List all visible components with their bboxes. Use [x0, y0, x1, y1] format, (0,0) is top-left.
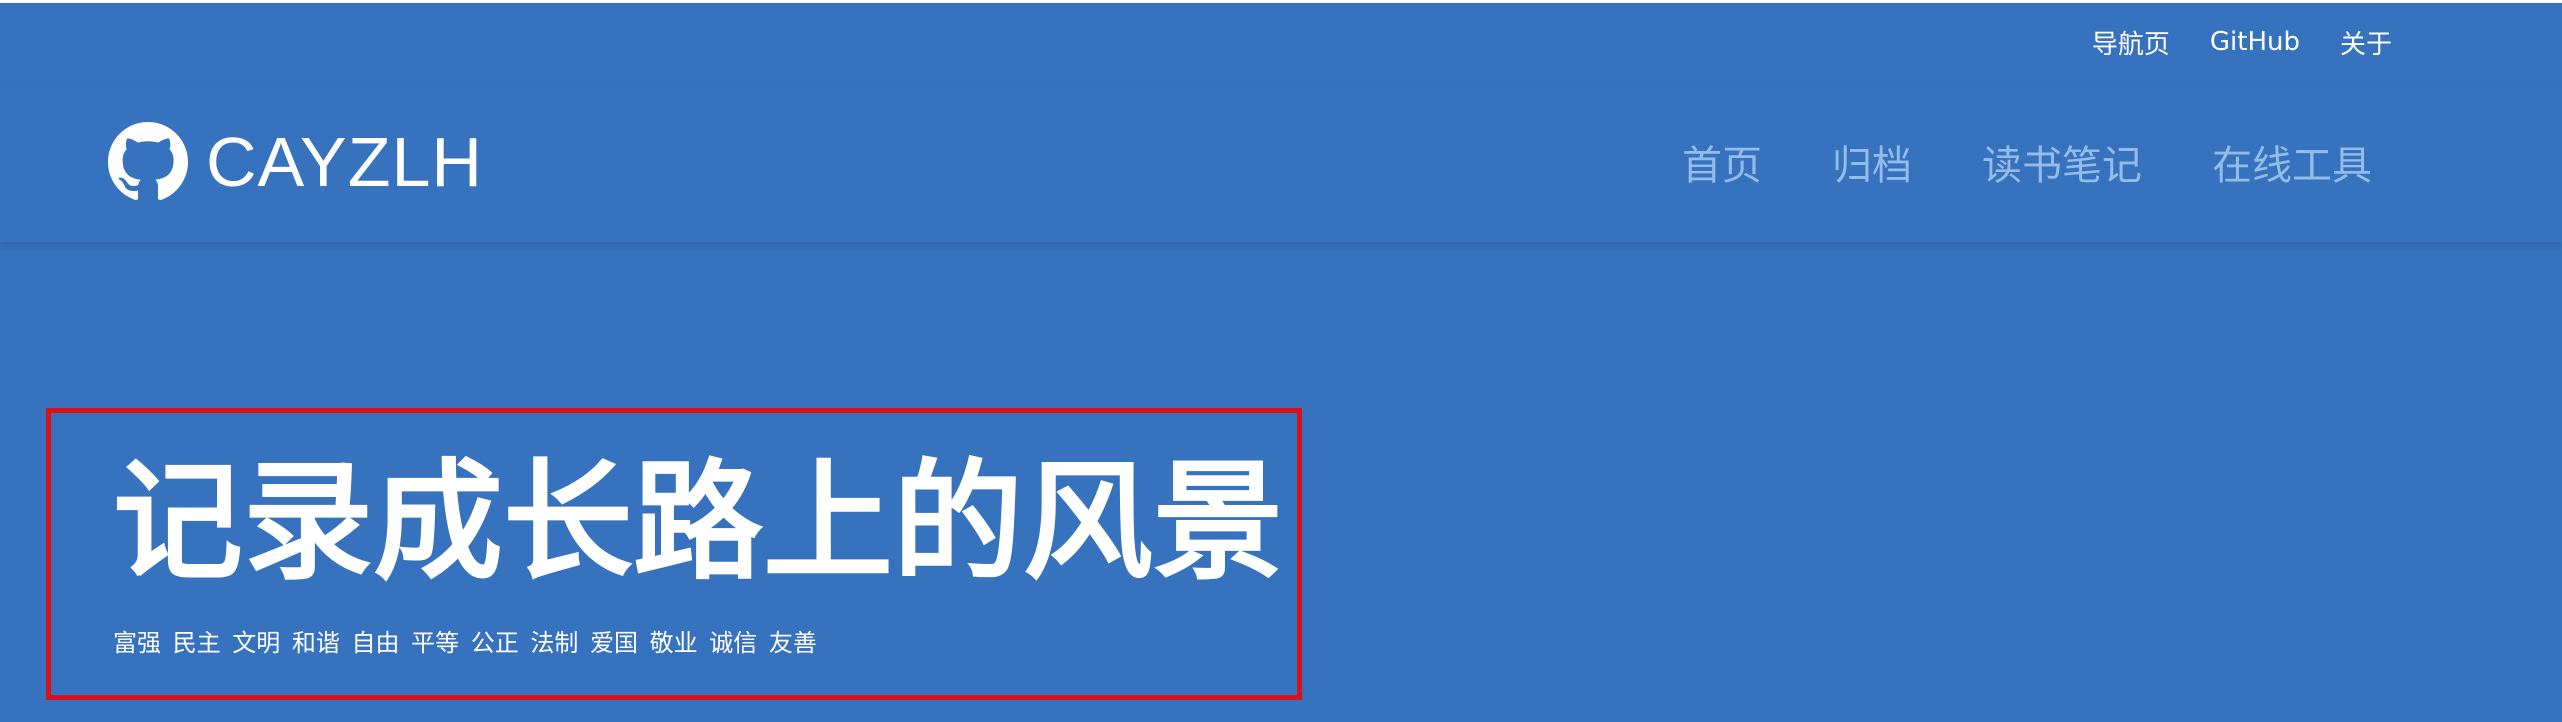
top-bar: 导航页 GitHub 关于 — [0, 3, 2562, 81]
top-link-navigation-page[interactable]: 导航页 — [2092, 24, 2170, 61]
top-bar-links: 导航页 GitHub 关于 — [2092, 3, 2392, 81]
nav-item-archive[interactable]: 归档 — [1832, 133, 1912, 191]
hero-subtitle: 富强 民主 文明 和谐 自由 平等 公正 法制 爱国 敬业 诚信 友善 — [113, 629, 817, 657]
hero-title: 记录成长路上的风景 — [113, 446, 1284, 598]
nav-item-home[interactable]: 首页 — [1682, 133, 1762, 191]
nav-item-online-tools[interactable]: 在线工具 — [2212, 133, 2372, 191]
brand-name: CAYZLH — [206, 123, 483, 201]
top-link-about[interactable]: 关于 — [2340, 24, 2392, 61]
github-icon — [108, 122, 188, 201]
brand-logo-link[interactable]: CAYZLH — [108, 82, 483, 242]
main-nav: 首页 归档 读书笔记 在线工具 — [1682, 82, 2372, 242]
nav-item-reading-notes[interactable]: 读书笔记 — [1982, 133, 2142, 191]
top-link-github[interactable]: GitHub — [2210, 27, 2300, 57]
site-header: CAYZLH 首页 归档 读书笔记 在线工具 — [0, 81, 2562, 242]
hero-highlight-box: 记录成长路上的风景 富强 民主 文明 和谐 自由 平等 公正 法制 爱国 敬业 … — [46, 408, 1302, 700]
